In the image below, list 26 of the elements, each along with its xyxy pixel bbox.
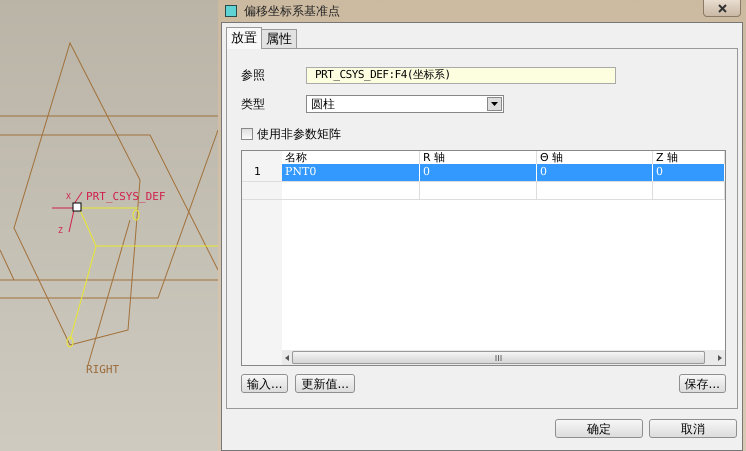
scrollbar-thumb[interactable]	[292, 351, 705, 364]
field-label: 参照	[241, 67, 266, 84]
action-button[interactable]: 输入...	[241, 374, 288, 393]
close-button[interactable]	[703, 0, 741, 17]
type-dropdown[interactable]: 圆柱	[306, 95, 504, 113]
close-icon	[718, 4, 726, 12]
scroll-left-icon	[285, 354, 289, 360]
grip-icon	[495, 354, 502, 360]
field-label: 类型	[241, 96, 266, 113]
row-header: 1	[242, 164, 282, 181]
viewport-label: RIGHT	[86, 363, 120, 376]
scroll-right-icon	[718, 354, 722, 360]
dialog-button[interactable]: 取消	[649, 419, 737, 438]
viewport-label: Z	[58, 226, 63, 235]
window-title: 偏移坐标系基准点	[244, 3, 340, 20]
viewport-label: X	[66, 192, 71, 201]
checkbox[interactable]	[241, 128, 253, 140]
dialog-button[interactable]: 确定	[555, 419, 643, 438]
checkbox-label: 使用非参数矩阵	[257, 126, 341, 143]
window-icon	[225, 5, 237, 17]
save-button[interactable]: 保存...	[678, 374, 726, 393]
tab[interactable]: 放置	[226, 27, 262, 49]
action-button[interactable]: 更新值...	[295, 374, 355, 393]
horizontal-scrollbar[interactable]	[282, 350, 725, 365]
tab[interactable]: 属性	[262, 29, 297, 48]
reference-field[interactable]: PRT_CSYS_DEF:F4(坐标系)	[306, 66, 616, 84]
